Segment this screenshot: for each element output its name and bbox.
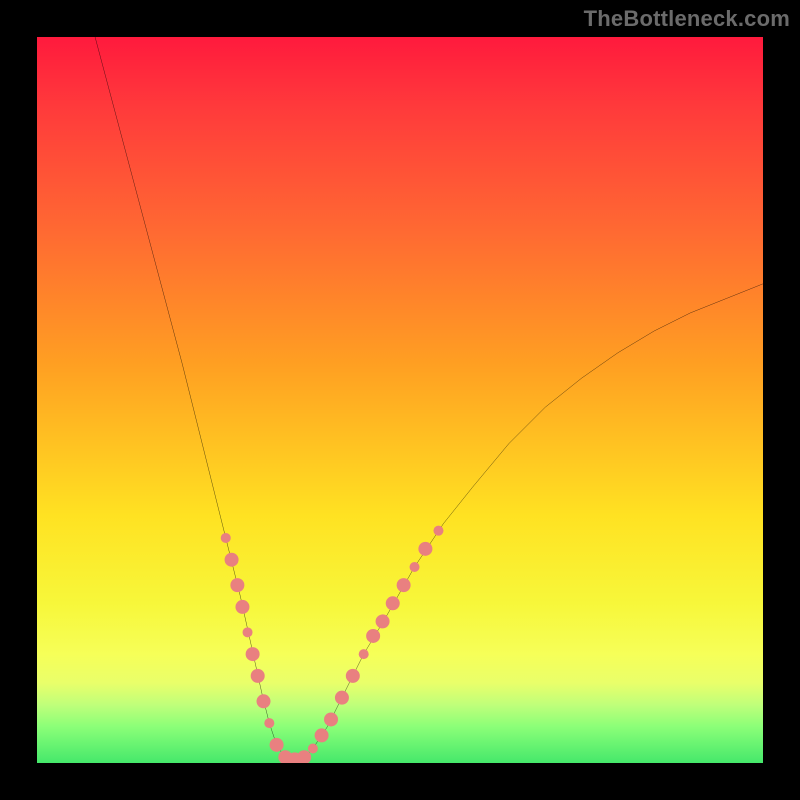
highlight-dot (251, 669, 265, 683)
highlight-dot (410, 562, 420, 572)
highlight-dot (376, 614, 390, 628)
highlight-dot (386, 596, 400, 610)
highlight-dot (315, 728, 329, 742)
chart-stage: TheBottleneck.com (0, 0, 800, 800)
bottleneck-curve (95, 37, 763, 759)
highlight-dot (221, 533, 231, 543)
highlight-dot (243, 627, 253, 637)
highlight-dot (359, 649, 369, 659)
highlight-dot (230, 578, 244, 592)
highlight-dot (346, 669, 360, 683)
highlight-dot (308, 743, 318, 753)
highlight-dot (335, 691, 349, 705)
highlight-dot (270, 738, 284, 752)
highlight-dot (397, 578, 411, 592)
chart-plot (37, 37, 763, 763)
watermark-text: TheBottleneck.com (584, 6, 790, 32)
highlight-dot (366, 629, 380, 643)
highlight-dot (324, 712, 338, 726)
highlight-dots-group (221, 526, 444, 763)
highlight-dot (246, 647, 260, 661)
highlight-dot (235, 600, 249, 614)
highlight-dot (418, 542, 432, 556)
highlight-dot (433, 526, 443, 536)
highlight-dot (264, 718, 274, 728)
highlight-dot (257, 694, 271, 708)
highlight-dot (225, 553, 239, 567)
